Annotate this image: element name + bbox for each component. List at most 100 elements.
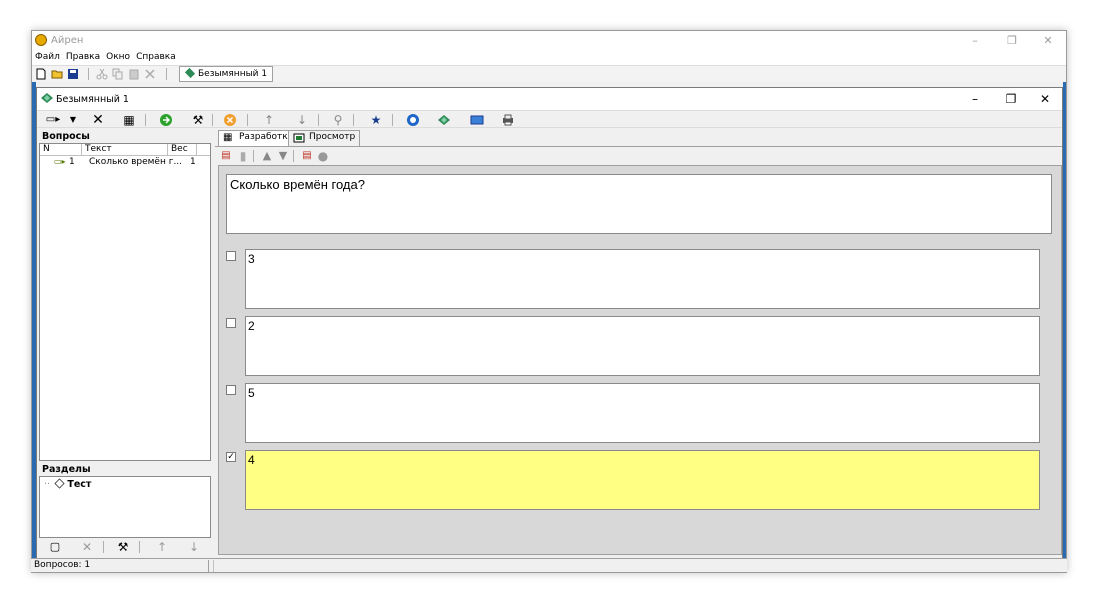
diamond-icon[interactable]: [437, 113, 451, 127]
move-down-icon[interactable]: ↓: [294, 113, 310, 127]
delete-icon[interactable]: [144, 68, 156, 80]
doc-restore-button[interactable]: ❐: [998, 91, 1024, 107]
questions-list-header: N Текст Вес: [40, 144, 210, 156]
question-text-field[interactable]: Сколько времён года?: [226, 174, 1052, 234]
question-editor: Сколько времён года? 3 2 5 ✓ 4: [218, 165, 1062, 555]
add-answer-icon[interactable]: ▤: [218, 149, 234, 163]
questions-panel-title: Вопросы: [42, 131, 90, 142]
lock-icon[interactable]: ●: [315, 149, 331, 163]
column-header-n[interactable]: N: [40, 144, 82, 156]
app-toolbar: Безымянный 1: [32, 65, 1066, 82]
print-icon[interactable]: [501, 113, 515, 127]
answer-text-field[interactable]: 2: [245, 316, 1040, 376]
properties-icon[interactable]: ▦: [121, 113, 137, 127]
cancel-circle-icon[interactable]: [223, 113, 237, 127]
document-title: Безымянный 1: [56, 94, 129, 105]
answer-checkbox[interactable]: [226, 385, 236, 395]
section-icon: [54, 478, 65, 489]
status-question-count: Вопросов: 1: [34, 560, 209, 572]
tab-preview-label: Просмотр: [309, 132, 356, 142]
answer-up-icon[interactable]: ▲: [259, 149, 275, 163]
menu-edit[interactable]: Правка: [63, 52, 103, 62]
development-icon: ▦: [223, 132, 233, 143]
answer-text-field[interactable]: 4: [245, 450, 1040, 510]
monitor-icon[interactable]: [470, 113, 484, 127]
app-title: Айрен: [51, 35, 84, 46]
trash-icon[interactable]: ▮: [235, 149, 251, 163]
menu-window[interactable]: Окно: [103, 52, 133, 62]
answer-item: 3: [226, 249, 1046, 309]
cut-icon[interactable]: [96, 68, 108, 80]
answer-text-field[interactable]: 5: [245, 383, 1040, 443]
app-minimize-button[interactable]: –: [962, 33, 988, 49]
menu-help[interactable]: Справка: [133, 52, 179, 62]
tab-preview[interactable]: Просмотр: [288, 130, 361, 146]
app-frame-right: [1063, 82, 1066, 572]
column-header-text[interactable]: Текст: [82, 144, 168, 156]
questions-list[interactable]: N Текст Вес ▭▸ 1 Сколько времён г... 1: [39, 143, 211, 461]
open-folder-icon[interactable]: [51, 68, 63, 80]
answer-checkbox[interactable]: [226, 251, 236, 261]
row-n: 1: [69, 157, 75, 167]
delete-section-icon[interactable]: ✕: [79, 540, 95, 554]
search-icon[interactable]: ⚲: [330, 113, 346, 127]
save-icon[interactable]: [67, 68, 79, 80]
column-header-weight[interactable]: Вес: [168, 144, 197, 156]
app-title-bar: Айрен – ❐ ✕: [32, 31, 1066, 51]
answer-checkbox-checked[interactable]: ✓: [226, 452, 236, 462]
green-circle-icon[interactable]: [159, 113, 173, 127]
section-up-icon[interactable]: ↑: [154, 540, 170, 554]
answer-item: 2: [226, 316, 1046, 376]
document-title-bar: Безымянный 1 – ❐ ✕: [37, 88, 1062, 110]
answers-toolbar: ▤ ▮ ▲ ▼ ▤ ●: [215, 148, 415, 164]
copy-icon[interactable]: [112, 68, 124, 80]
row-weight: 1: [190, 157, 196, 167]
answer-item: 5: [226, 383, 1046, 443]
answer-text-field[interactable]: 3: [245, 249, 1040, 309]
document-icon: [41, 93, 53, 103]
table-row[interactable]: ▭▸ 1 Сколько времён г... 1: [40, 156, 210, 169]
tree-line: ··: [44, 479, 51, 490]
tree-node-label: Тест: [67, 479, 92, 490]
tab-development[interactable]: ▦ Разработка: [218, 130, 299, 147]
sections-toolbar: ▢ ✕ ⚒ ↑ ↓: [39, 539, 211, 555]
run-test-icon[interactable]: [406, 113, 420, 127]
new-section-icon[interactable]: ▢: [47, 540, 63, 554]
editor-panel: ▦ Разработка Просмотр ▤ ▮ ▲ ▼ ▤ ● Сколько…: [215, 129, 1062, 555]
sections-panel-title: Разделы: [42, 464, 91, 475]
app-logo-icon: [35, 34, 47, 46]
left-panel: Вопросы N Текст Вес ▭▸ 1 Сколько времён …: [39, 129, 211, 554]
dropdown-arrow-icon[interactable]: ▼: [65, 113, 81, 127]
star-icon[interactable]: ★: [368, 113, 384, 127]
app-doc-tab-label: Безымянный 1: [198, 69, 268, 79]
app-close-button[interactable]: ✕: [1035, 33, 1061, 49]
tab-development-label: Разработка: [239, 132, 294, 142]
tree-node-test[interactable]: ·· Тест: [44, 478, 92, 490]
row-text: Сколько времён г...: [89, 157, 183, 167]
doc-minimize-button[interactable]: –: [962, 91, 988, 107]
status-bar: Вопросов: 1: [31, 558, 1067, 572]
doc-close-button[interactable]: ✕: [1032, 91, 1058, 107]
new-file-icon[interactable]: [35, 68, 47, 80]
answer-checkbox[interactable]: [226, 318, 236, 328]
answer-item-correct: ✓ 4: [226, 450, 1046, 510]
section-down-icon[interactable]: ↓: [186, 540, 202, 554]
document-icon: [184, 67, 196, 79]
copy-answer-icon[interactable]: ▤: [299, 149, 315, 163]
document-toolbar: ▭▸ ▼ ✕ ▦ ⚒ ↑ ↓ ⚲ ★: [37, 110, 1062, 128]
section-tools-icon[interactable]: ⚒: [115, 540, 131, 554]
document-window: Безымянный 1 – ❐ ✕ ▭▸ ▼ ✕ ▦ ⚒ ↑ ↓ ⚲ ★ Во…: [36, 87, 1063, 559]
status-empty-cell: [213, 560, 1063, 572]
preview-icon: [293, 133, 305, 143]
app-doc-tab[interactable]: Безымянный 1: [179, 66, 274, 82]
app-restore-button[interactable]: ❐: [999, 33, 1025, 49]
menu-file[interactable]: Файл: [32, 52, 63, 62]
tools-icon[interactable]: ⚒: [190, 113, 206, 127]
add-question-icon[interactable]: ▭▸: [45, 113, 61, 127]
delete-question-icon[interactable]: ✕: [90, 113, 106, 127]
move-up-icon[interactable]: ↑: [261, 113, 277, 127]
paste-icon[interactable]: [128, 68, 140, 80]
answer-down-icon[interactable]: ▼: [275, 149, 291, 163]
question-type-icon: ▭▸: [54, 157, 66, 166]
sections-tree[interactable]: ·· Тест: [39, 476, 211, 538]
